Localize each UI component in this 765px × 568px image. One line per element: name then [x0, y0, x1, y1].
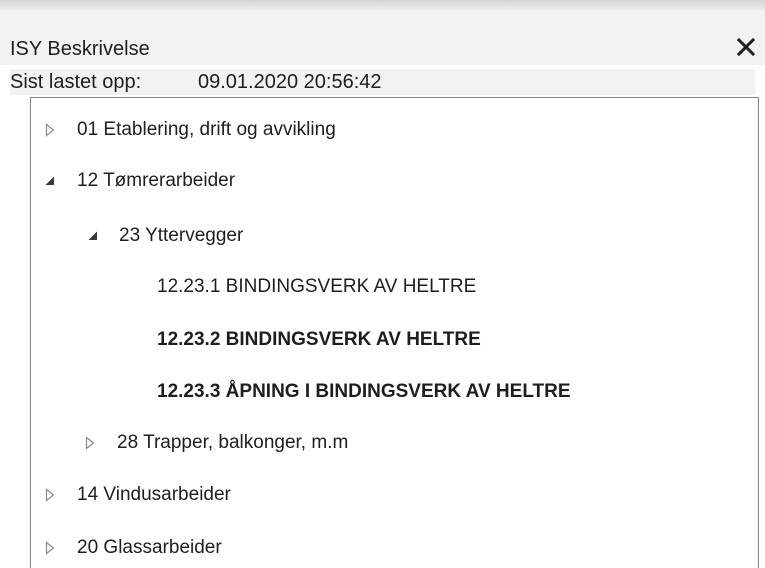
- expand-arrow-icon[interactable]: [43, 541, 57, 555]
- last-uploaded-label: Sist lastet opp:: [10, 71, 142, 93]
- tree-item-label: 12.23.1 BINDINGSVERK AV HELTRE: [157, 276, 477, 297]
- panel-title: ISY Beskrivelse: [10, 38, 150, 60]
- window-top-edge: [0, 0, 765, 10]
- last-uploaded-value: 09.01.2020 20:56:42: [198, 71, 382, 93]
- tree-item-label: 01 Etablering, drift og avvikling: [77, 119, 336, 140]
- tree-item-label: 28 Trapper, balkonger, m.m: [117, 432, 349, 453]
- tree-item-label: 12 Tømrerarbeider: [77, 170, 236, 191]
- expand-arrow-icon[interactable]: [43, 123, 57, 137]
- panel-header: ISY Beskrivelse: [0, 10, 765, 65]
- last-uploaded-info: Sist lastet opp: 09.01.2020 20:56:42: [10, 69, 755, 95]
- tree-item-label: 12.23.2 BINDINGSVERK AV HELTRE: [157, 329, 481, 350]
- expand-arrow-icon[interactable]: [43, 488, 57, 502]
- collapse-arrow-icon[interactable]: [43, 174, 57, 188]
- tree-item-label: 12.23.3 ÅPNING I BINDINGSVERK AV HELTRE: [157, 381, 571, 402]
- tree-item-label: 23 Yttervegger: [119, 225, 244, 246]
- close-icon[interactable]: [735, 36, 757, 58]
- expand-arrow-icon[interactable]: [83, 436, 97, 450]
- description-tree[interactable]: 01 Etablering, drift og avvikling 12 Tøm…: [30, 97, 759, 568]
- tree-item-label: 14 Vindusarbeider: [77, 484, 231, 505]
- collapse-arrow-icon[interactable]: [86, 229, 100, 243]
- tree-item-label: 20 Glassarbeider: [77, 537, 222, 558]
